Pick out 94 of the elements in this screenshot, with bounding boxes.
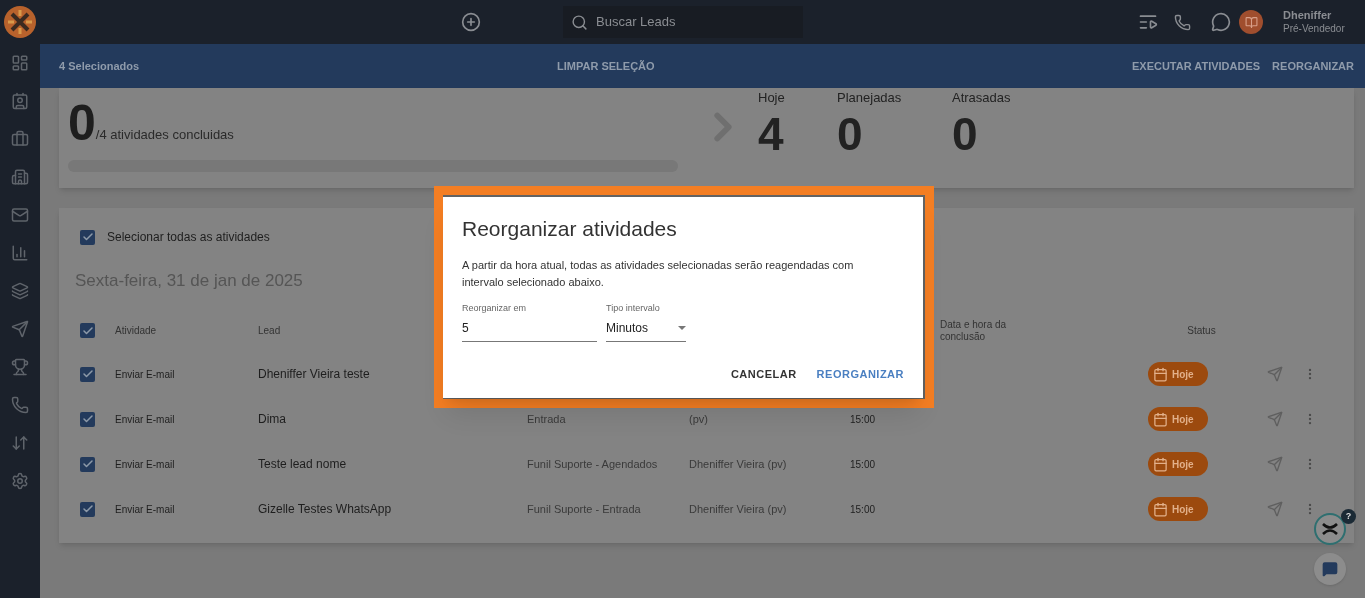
action-button[interactable]: EXECUTAR ATIVIDADES (1131, 57, 1261, 75)
add-icon[interactable] (461, 12, 481, 32)
activity-cell-text: Enviar E-mail (115, 412, 176, 427)
check-icon (81, 368, 94, 380)
settings-icon[interactable] (11, 472, 29, 490)
column-header: Data e hora da conclusão (940, 318, 1008, 343)
search-icon (571, 13, 588, 31)
column-header: Status (1187, 324, 1216, 338)
checkbox[interactable] (80, 229, 95, 245)
calendar-icon (1153, 411, 1168, 427)
field-label: Reorganizar em (462, 301, 528, 315)
avatar[interactable] (1239, 10, 1263, 34)
stat-label: Hoje (758, 89, 786, 107)
playlist-icon[interactable] (1138, 12, 1158, 32)
stat-value: 4 (758, 107, 785, 160)
selected-count: 4 Selecionados (59, 58, 141, 74)
check-icon (81, 231, 94, 243)
confirm-button[interactable]: REORGANIZAR (816, 366, 904, 383)
chat-button[interactable] (1314, 553, 1346, 585)
check-icon (81, 503, 94, 515)
search-field[interactable]: Buscar Leads (563, 6, 803, 38)
cancel-button[interactable]: CANCELAR (730, 366, 797, 383)
time-cell-text: 15:00 (850, 412, 877, 427)
phone-icon[interactable] (11, 396, 29, 414)
status-badge: Hoje (1148, 452, 1208, 476)
lead-cell-text: Teste lead nome (258, 456, 348, 473)
funnel-cell-text: Entrada (527, 412, 567, 426)
checkbox[interactable] (80, 366, 95, 382)
owner-cell-text: Dheniffer Vieira (pv) (689, 502, 788, 516)
send-icon[interactable] (11, 320, 29, 338)
user-role: Pré-Vendedor (1283, 22, 1346, 35)
column-header: Atividade (115, 324, 157, 338)
activity-cell-text: Enviar E-mail (115, 457, 176, 472)
dialog-title: Reorganizar atividades (462, 216, 678, 242)
book-icon (1244, 15, 1258, 29)
done-count: 0 (68, 100, 96, 146)
send-icon[interactable] (1267, 501, 1283, 517)
contact-card-icon[interactable] (11, 92, 29, 110)
chat-bubble-icon[interactable] (1211, 12, 1231, 32)
bar-chart-icon[interactable] (11, 244, 29, 262)
cards-icon[interactable] (11, 282, 29, 300)
check-icon (81, 413, 94, 425)
owner-cell-text: (pv) (689, 412, 709, 426)
search-input[interactable]: Buscar Leads (596, 12, 776, 32)
interval-select[interactable]: Minutos (606, 315, 686, 342)
lead-cell-text: Gizelle Testes WhatsApp (258, 501, 393, 518)
status-badge: Hoje (1148, 362, 1208, 386)
funnel-cell-text: Funil Suporte - Agendados (527, 457, 659, 471)
chat-icon (1322, 561, 1338, 577)
check-icon (81, 324, 94, 337)
stat-label: Planejadas (837, 89, 903, 107)
status-badge: Hoje (1148, 497, 1208, 521)
funnel-cell-text: Funil Suporte - Entrada (527, 502, 642, 516)
field-label: Tipo intervalo (606, 301, 661, 315)
stat-value: 0 (952, 107, 979, 160)
clear-selection-button[interactable]: LIMPAR SELEÇÃO (557, 57, 655, 75)
dialog-text: A partir da hora atual, todas as atividades selecionadas serão reagendadas com intervalo selecionado abaixo. (462, 257, 855, 290)
time-cell-text: 15:00 (850, 502, 877, 517)
status-badge: Hoje (1148, 407, 1208, 431)
trophy-icon[interactable] (11, 358, 29, 376)
lead-cell-text: Dima (258, 411, 287, 428)
done-total: /4 atividades concluidas (95, 126, 234, 144)
logo-icon[interactable] (4, 6, 36, 38)
action-button[interactable]: REORGANIZAR (1272, 57, 1354, 75)
checkbox[interactable] (80, 323, 95, 338)
time-cell-text: 15:00 (850, 457, 877, 472)
dashboard-icon[interactable] (11, 54, 29, 72)
calendar-icon (1153, 501, 1168, 517)
send-icon[interactable] (1267, 456, 1283, 472)
phone-icon[interactable] (1174, 13, 1191, 31)
checkbox[interactable] (80, 456, 95, 472)
amount-field[interactable]: 5 (462, 315, 597, 342)
arrows-icon[interactable] (11, 434, 29, 452)
user-name: Dheniffer (1283, 9, 1333, 22)
column-header: Lead (258, 324, 281, 338)
mail-icon[interactable] (11, 206, 29, 224)
logo-icon (1322, 523, 1338, 535)
caret-icon (678, 326, 686, 330)
activity-cell-text: Enviar E-mail (115, 502, 176, 517)
activity-cell-text: Enviar E-mail (115, 367, 176, 382)
send-icon[interactable] (1267, 411, 1283, 427)
stat-value: 0 (837, 107, 864, 160)
check-icon (81, 458, 94, 470)
select-all-label: Selecionar todas as atividades (107, 229, 270, 246)
stat-label: Atrasadas (952, 89, 1012, 107)
send-icon[interactable] (1267, 366, 1283, 382)
lead-cell-text: Dheniffer Vieira teste (258, 366, 371, 383)
checkbox[interactable] (80, 411, 95, 427)
briefcase-icon[interactable] (11, 130, 29, 148)
calendar-icon (1153, 366, 1168, 382)
calendar-icon (1153, 456, 1168, 472)
checkbox[interactable] (80, 501, 95, 517)
owner-cell-text: Dheniffer Vieira (pv) (689, 457, 788, 471)
building-icon[interactable] (11, 168, 29, 186)
